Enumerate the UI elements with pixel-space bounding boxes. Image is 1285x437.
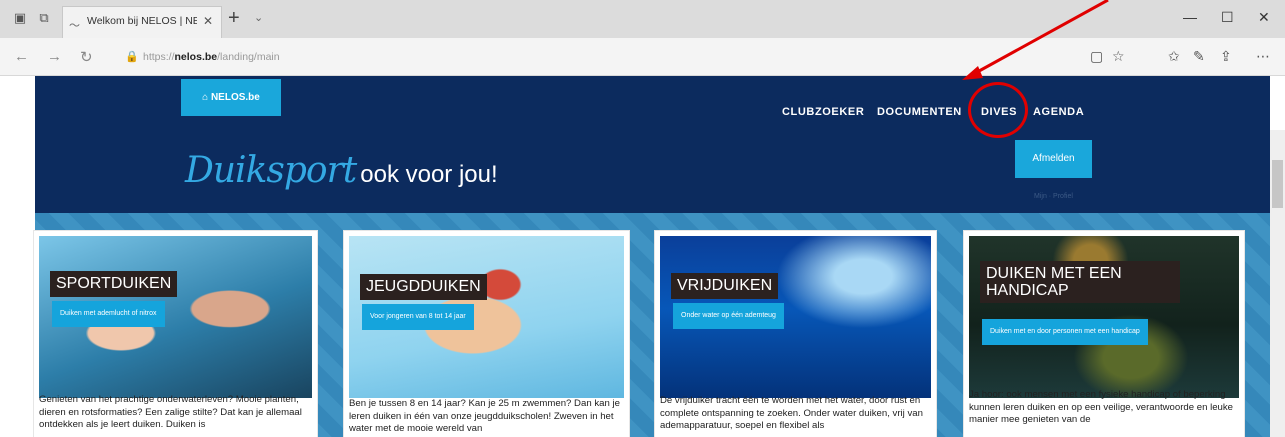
card-title: DUIKEN MET EEN HANDICAP <box>980 261 1180 303</box>
site-logo[interactable]: ⌂ NELOS.be <box>181 79 281 116</box>
scrollbar-thumb[interactable] <box>1272 160 1283 208</box>
card-title: SPORTDUIKEN <box>50 271 178 297</box>
forward-arrow-icon[interactable]: → <box>47 48 62 65</box>
card-title: JEUGDDUIKEN <box>360 274 487 300</box>
nav-agenda[interactable]: AGENDA <box>1033 106 1084 118</box>
nav-clubzoeker[interactable]: CLUBZOEKER <box>782 106 864 118</box>
address-toolbar: ← → ↻ 🔒 https://nelos.be/landing/main ▢ … <box>0 38 1285 76</box>
browser-tab-bar: ▣ ⧉ 〜 Welkom bij NELOS | NEL ✕ + ⌄ — ☐ ✕ <box>0 0 1285 38</box>
refresh-icon[interactable]: ↻ <box>80 48 93 66</box>
minimize-icon[interactable]: — <box>1183 9 1197 25</box>
card-sportduiken[interactable]: SPORTDUIKEN Duiken met adem­lucht of nit… <box>33 230 318 437</box>
tab-actions-icon[interactable]: ▣ <box>12 11 28 25</box>
tab-preview-icon[interactable]: ⧉ <box>36 11 52 25</box>
card-title: VRIJDUIKEN <box>671 273 779 299</box>
card-vrijduiken[interactable]: VRIJDUIKEN Onder water op één ademteug D… <box>654 230 937 437</box>
profile-link[interactable]: Mijn · Profiel <box>1034 193 1073 200</box>
window-close-icon[interactable]: ✕ <box>1258 9 1270 26</box>
tab-title: Welkom bij NELOS | NEL <box>87 15 197 27</box>
more-icon[interactable]: ⋯ <box>1256 48 1270 65</box>
card-button[interactable]: Duiken met en door personen met een hand… <box>982 319 1148 345</box>
browser-tab[interactable]: 〜 Welkom bij NELOS | NEL ✕ <box>62 6 222 38</box>
tagline: Duiksport ook voor jou! <box>185 150 498 191</box>
back-arrow-icon[interactable]: ← <box>14 48 29 65</box>
card-text: Genieten van het prachtige onderwaterlev… <box>39 394 302 430</box>
card-text: De vrijduiker tracht één te worden met h… <box>660 395 923 431</box>
card-text: Ben je tussen 8 en 14 jaar? Kan je 25 m … <box>349 398 620 434</box>
pen-icon[interactable]: ✎ <box>1193 48 1205 65</box>
card-button[interactable]: Voor jongeren van 8 tot 14 jaar <box>362 304 474 330</box>
lock-icon: 🔒 <box>125 51 139 63</box>
close-icon[interactable]: ✕ <box>203 14 213 28</box>
star-icon[interactable]: ☆ <box>1112 48 1125 65</box>
nav-documenten[interactable]: DOCUMENTEN <box>877 106 962 118</box>
card-button[interactable]: Duiken met adem­lucht of nitrox <box>52 301 165 327</box>
logout-button[interactable]: Afmelden <box>1015 140 1092 178</box>
card-text: Ja hoor: ook mensen met een fysieke hand… <box>969 389 1234 425</box>
new-tab-icon[interactable]: + <box>228 8 240 28</box>
url-field[interactable]: https://nelos.be/landing/main <box>143 51 280 63</box>
highlight-circle <box>968 82 1028 138</box>
reading-view-icon[interactable]: ▢ <box>1090 48 1103 65</box>
share-icon[interactable]: ⇪ <box>1220 48 1232 65</box>
nelos-favicon-icon: 〜 <box>69 20 80 32</box>
chevron-down-icon[interactable]: ⌄ <box>254 11 263 24</box>
card-jeugdduiken[interactable]: JEUGDDUIKEN Voor jongeren van 8 tot 14 j… <box>343 230 630 437</box>
card-button[interactable]: Onder water op één ademteug <box>673 303 784 329</box>
card-handicap[interactable]: DUIKEN MET EEN HANDICAP Duiken met en do… <box>963 230 1245 437</box>
maximize-icon[interactable]: ☐ <box>1221 9 1234 26</box>
favorites-icon[interactable]: ✩ <box>1168 48 1180 65</box>
